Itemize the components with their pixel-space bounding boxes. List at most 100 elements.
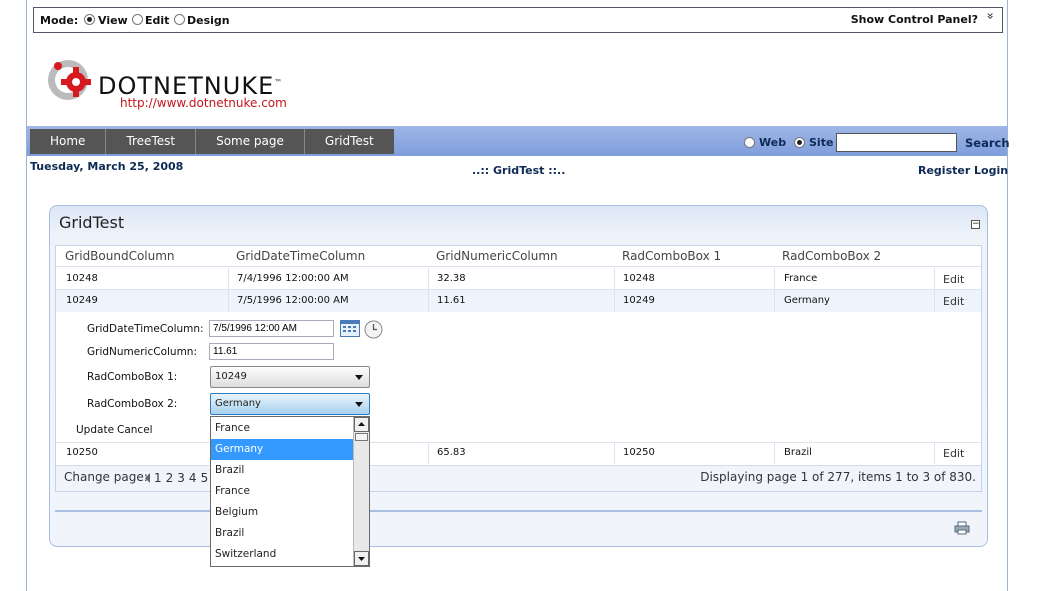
radio-icon[interactable] xyxy=(174,13,185,25)
page-link[interactable]: 3 xyxy=(177,471,185,485)
pager-status: Displaying page 1 of 277, items 1 to 3 o… xyxy=(700,470,976,484)
column-divider xyxy=(228,268,229,312)
cell-bound: 10249 xyxy=(66,295,98,306)
page-link[interactable]: 1 xyxy=(154,471,162,485)
dropdown-item[interactable]: Belgium xyxy=(211,502,353,523)
menu-item-some-page[interactable]: Some page xyxy=(196,129,305,154)
header-griddatetime[interactable]: GridDateTimeColumn xyxy=(236,249,365,263)
show-control-panel-link[interactable]: Show Control Panel? xyxy=(851,13,978,26)
column-divider xyxy=(774,268,775,312)
print-icon[interactable] xyxy=(953,521,971,538)
radio-icon[interactable] xyxy=(132,13,143,25)
combo2-select[interactable]: Germany xyxy=(210,393,370,415)
page-numbers: 1 2 3 4 5 xyxy=(154,471,208,485)
scroll-thumb[interactable] xyxy=(355,433,368,441)
register-link[interactable]: Register xyxy=(918,164,970,177)
cell-bound: 10248 xyxy=(66,273,98,284)
mode-view-label[interactable]: View xyxy=(98,14,128,27)
dropdown-scrollbar[interactable] xyxy=(353,417,369,566)
mode-view-radio[interactable] xyxy=(84,12,95,25)
header-radcombobox2[interactable]: RadComboBox 2 xyxy=(782,249,881,263)
dropdown-item-selected[interactable]: Germany xyxy=(211,439,353,460)
cell-bound: 10250 xyxy=(66,447,98,458)
expand-chevron-icon[interactable]: » xyxy=(983,12,997,19)
mode-edit-radio[interactable] xyxy=(132,12,143,25)
search-site-label[interactable]: Site xyxy=(809,136,833,149)
header-radcombobox1[interactable]: RadComboBox 1 xyxy=(622,249,721,263)
menu-item-gridtest[interactable]: GridTest xyxy=(305,129,394,154)
cell-combo2: Germany xyxy=(784,295,830,306)
header-gridbound[interactable]: GridBoundColumn xyxy=(65,249,175,263)
numeric-input[interactable] xyxy=(209,343,334,360)
column-divider xyxy=(428,268,429,312)
combo2-dropdown-list: France Germany Brazil France Belgium Bra… xyxy=(210,416,370,567)
page-link[interactable]: 4 xyxy=(189,471,197,485)
table-row xyxy=(56,290,981,312)
scroll-up-icon[interactable] xyxy=(354,417,369,432)
edit-button[interactable]: Edit xyxy=(943,295,964,308)
update-button[interactable]: Update xyxy=(76,424,114,436)
radio-icon[interactable] xyxy=(84,13,95,25)
page-link[interactable]: 2 xyxy=(166,471,174,485)
edit-button[interactable]: Edit xyxy=(943,447,964,460)
scroll-down-icon[interactable] xyxy=(354,551,369,566)
cancel-button[interactable]: Cancel xyxy=(117,424,153,436)
mode-edit-label[interactable]: Edit xyxy=(145,14,169,27)
dropdown-item[interactable]: Brazil xyxy=(211,523,353,544)
search-button[interactable]: Search xyxy=(965,136,1010,150)
column-divider xyxy=(934,442,935,464)
main-menu: Home TreeTest Some page GridTest xyxy=(30,129,394,154)
cell-combo2: France xyxy=(784,273,818,284)
cell-combo1: 10249 xyxy=(623,295,655,306)
current-date: Tuesday, March 25, 2008 xyxy=(30,160,184,173)
edit-button[interactable]: Edit xyxy=(943,273,964,286)
menu-item-treetest[interactable]: TreeTest xyxy=(106,129,197,154)
radio-icon[interactable] xyxy=(794,136,805,148)
dropdown-item[interactable]: France xyxy=(211,418,353,439)
combo1-select[interactable]: 10249 xyxy=(210,366,370,388)
header-gridnumeric[interactable]: GridNumericColumn xyxy=(436,249,558,263)
calendar-icon[interactable] xyxy=(340,320,360,340)
page-link[interactable]: 5 xyxy=(201,471,209,485)
breadcrumb: ..:: GridTest ::.. xyxy=(472,164,566,177)
search-web-label[interactable]: Web xyxy=(759,136,786,149)
control-panel: Mode: View Edit Design Show Control Pane… xyxy=(33,7,1003,33)
prev-page-icon[interactable] xyxy=(145,473,150,483)
module-title: GridTest xyxy=(59,213,125,232)
column-divider xyxy=(614,268,615,312)
table-row xyxy=(56,268,981,290)
column-divider xyxy=(934,268,935,312)
table-row xyxy=(56,442,981,464)
dropdown-item[interactable]: Brazil xyxy=(211,460,353,481)
minimize-icon[interactable]: − xyxy=(971,220,980,229)
dropdown-arrow-icon xyxy=(355,402,363,407)
logo-url[interactable]: http://www.dotnetnuke.com xyxy=(120,96,287,110)
column-divider xyxy=(614,442,615,464)
login-link[interactable]: Login xyxy=(974,164,1008,177)
dropdown-item[interactable]: Switzerland xyxy=(211,544,353,565)
mode-label: Mode: xyxy=(40,14,79,27)
column-divider xyxy=(428,442,429,464)
datetime-label: GridDateTimeColumn: xyxy=(87,323,204,335)
cell-datetime: 7/5/1996 12:00:00 AM xyxy=(237,295,349,306)
cell-datetime: 7/4/1996 12:00:00 AM xyxy=(237,273,349,284)
dotnetnuke-logo-icon xyxy=(46,52,98,108)
datetime-input[interactable] xyxy=(209,320,334,337)
dropdown-item[interactable]: France xyxy=(211,481,353,502)
cell-numeric: 32.38 xyxy=(437,273,466,284)
combo2-value: Germany xyxy=(215,398,261,409)
radio-icon[interactable] xyxy=(744,136,755,148)
cell-numeric: 65.83 xyxy=(437,447,466,458)
mode-design-label[interactable]: Design xyxy=(187,14,230,27)
menu-item-home[interactable]: Home xyxy=(30,129,107,154)
logo-tm: ™ xyxy=(274,78,284,87)
search-site-radio[interactable] xyxy=(794,135,805,148)
clock-icon[interactable] xyxy=(364,320,383,342)
cell-numeric: 11.61 xyxy=(437,295,466,306)
column-divider xyxy=(774,442,775,464)
mode-design-radio[interactable] xyxy=(174,12,185,25)
search-input[interactable] xyxy=(836,133,957,152)
combo2-label: RadComboBox 2: xyxy=(87,398,178,410)
cell-combo2: Brazil xyxy=(784,447,812,458)
search-web-radio[interactable] xyxy=(744,135,755,148)
